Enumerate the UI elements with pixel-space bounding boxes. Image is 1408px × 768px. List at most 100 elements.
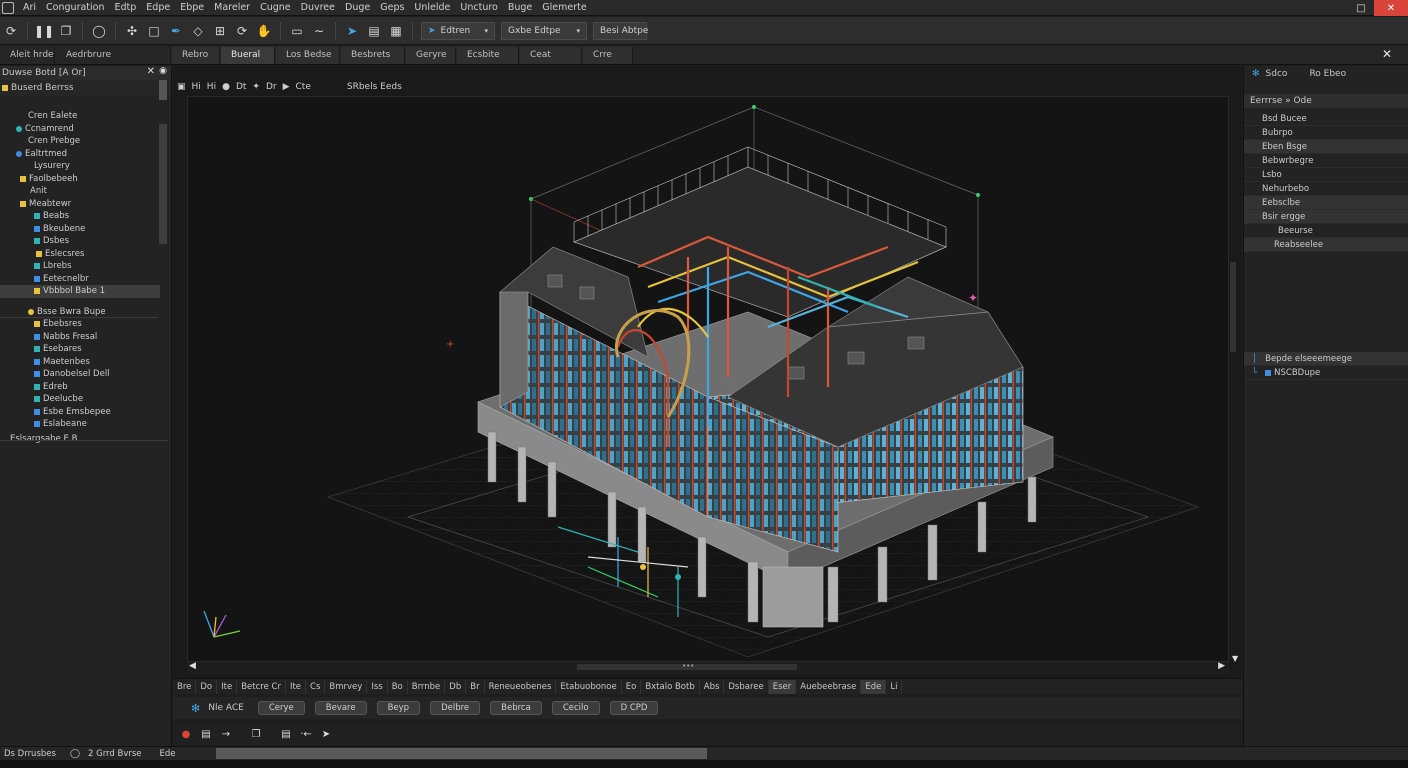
tab[interactable]: Rebro	[172, 46, 220, 64]
horizontal-scrollbar[interactable]: ◀ ••• ▶	[187, 661, 1229, 674]
property-row[interactable]: Nehurbebo	[1244, 182, 1408, 196]
move-tool-icon[interactable]: ✣	[122, 21, 142, 41]
tree-item[interactable]: Deelucbe	[0, 393, 160, 406]
style-dropdown[interactable]: Besi Abtpe	[593, 21, 648, 40]
layer-toggle[interactable]: Do	[196, 679, 218, 694]
tab[interactable]: Geryre	[406, 46, 456, 64]
tree-item[interactable]: Edreb	[0, 381, 160, 394]
layer-toggle[interactable]: Bmrvey	[325, 679, 368, 694]
tree-item[interactable]: Lysurery	[0, 160, 160, 173]
tree-item[interactable]: Cren Ealete	[0, 110, 160, 123]
property-filter[interactable]: Eerrrse » Ode	[1244, 94, 1408, 108]
layer-toggle[interactable]: Brrnbe	[408, 679, 446, 694]
property-row[interactable]: Bsd Bucee	[1244, 112, 1408, 126]
tree-item[interactable]: Esbe Emsbepee	[0, 406, 160, 419]
view-mode-button[interactable]: Cecilo	[551, 701, 600, 715]
refresh-icon[interactable]: ⟳	[1, 21, 21, 41]
layer-toggle[interactable]: Betcre Cr	[237, 679, 286, 694]
menu-item[interactable]: Ari	[18, 2, 41, 13]
layer-toggle[interactable]: Dsbaree	[724, 679, 769, 694]
explorer-filter[interactable]: Buserd Berrss	[0, 80, 171, 96]
circle-tool-icon[interactable]: ◯	[89, 21, 109, 41]
tree-item[interactable]: Bkeubene	[0, 223, 160, 236]
property-row[interactable]: Bsir ergge	[1244, 210, 1408, 224]
layer-toggle[interactable]: Br	[466, 679, 485, 694]
orbit-tool-icon[interactable]: ⟳	[232, 21, 252, 41]
scroll-down-icon[interactable]: ▼	[1232, 654, 1238, 663]
tree-item[interactable]: Nabbs Fresal	[0, 331, 160, 344]
scroll-right-icon[interactable]: ▶	[1218, 661, 1225, 671]
pen-tool-icon[interactable]: ✒	[166, 21, 186, 41]
tree-item[interactable]: Esebares	[0, 343, 160, 356]
close-window-button[interactable]: ✕	[1374, 0, 1408, 16]
layer-dropdown[interactable]: ➤ Edtren ▾	[421, 21, 495, 40]
pages-icon[interactable]: ❐	[56, 21, 76, 41]
view-mode-button[interactable]: Bebrca	[490, 701, 542, 715]
layer-toggle[interactable]: Abs	[700, 679, 725, 694]
panel-tab[interactable]: Ro Ebeo	[1309, 69, 1346, 79]
tree-item[interactable]: Maetenbes	[0, 356, 160, 369]
property-row[interactable]: Bebwrbegre	[1244, 154, 1408, 168]
layer-toggle[interactable]: Etabuobonoe	[556, 679, 622, 694]
view-dropdown[interactable]: Gxbe Edtpe ▾	[501, 21, 587, 40]
menu-item[interactable]: Glemerte	[537, 2, 591, 13]
menu-item[interactable]: Duvree	[296, 2, 340, 13]
tab-active[interactable]: Bueral	[221, 46, 275, 64]
tree-item[interactable]: Ebebsres	[0, 318, 160, 331]
scrollbar-track[interactable]	[159, 124, 167, 244]
viewport-option[interactable]: Cte	[296, 82, 311, 92]
layer-toggle[interactable]: Cs	[306, 679, 326, 694]
tree-item[interactable]: Eetecnelbr	[0, 273, 160, 286]
scrollbar-track[interactable]	[1230, 262, 1236, 352]
tab[interactable]: Aedrbrure	[56, 46, 171, 64]
link-icon[interactable]: ∼	[309, 21, 329, 41]
layer-toggle[interactable]: Li	[886, 679, 903, 694]
scroll-left-icon[interactable]: ◀	[189, 661, 196, 671]
view-mode-button[interactable]: Bevare	[314, 701, 367, 715]
scrollbar-thumb[interactable]	[159, 80, 167, 100]
layer-toggle[interactable]: Bxtalo Botb	[641, 679, 700, 694]
record-icon[interactable]: ●	[179, 727, 193, 741]
select-tool-icon[interactable]: ➤	[342, 21, 362, 41]
play-icon[interactable]: ▶	[283, 82, 290, 92]
menu-item[interactable]: Cugne	[255, 2, 296, 13]
diamond-tool-icon[interactable]: ◇	[188, 21, 208, 41]
tree-item[interactable]: Ccnamrend	[0, 123, 160, 136]
layer-toggle[interactable]: Reneueobenes	[485, 679, 557, 694]
tree-item[interactable]: Beabs	[0, 210, 160, 223]
viewport-option[interactable]: Hi	[192, 82, 201, 92]
tree-item[interactable]: Lbrebs	[0, 260, 160, 273]
menu-item[interactable]: Duge	[340, 2, 375, 13]
list-icon[interactable]: ▤	[279, 727, 293, 741]
layer-toggle[interactable]: Bre	[173, 679, 197, 694]
tree-item[interactable]: Anit	[0, 185, 160, 198]
layer-toggle[interactable]: Auebeebrase	[796, 679, 862, 694]
view-mode-button[interactable]: Beyp	[376, 701, 421, 715]
view-mode-button[interactable]: Cerye	[257, 701, 305, 715]
3d-viewport[interactable]: + ✦	[187, 96, 1229, 662]
rectangle-tool-icon[interactable]: □	[144, 21, 164, 41]
layer-toggle[interactable]: Iss	[367, 679, 388, 694]
menu-item[interactable]: Mareler	[209, 2, 255, 13]
layer-toggle[interactable]: Ite	[217, 679, 238, 694]
copy-icon[interactable]: ❐	[249, 727, 263, 741]
pause-icon[interactable]: ❚❚	[34, 21, 54, 41]
view-mode-button[interactable]: Delbre	[430, 701, 481, 715]
property-row[interactable]: Eben Bsge	[1244, 140, 1408, 154]
delete-icon[interactable]: ▤	[199, 727, 213, 741]
hand-tool-icon[interactable]: ✋	[254, 21, 274, 41]
light-icon[interactable]: ●	[222, 82, 230, 92]
property-row[interactable]: Eebsclbe	[1244, 196, 1408, 210]
expand-icon[interactable]: ·←	[299, 727, 313, 741]
transform-tool-icon[interactable]: ⊞	[210, 21, 230, 41]
tree-item[interactable]: Faolbebeeh	[0, 173, 160, 186]
viewport-menu-icon[interactable]: ▣	[177, 82, 186, 92]
select-tool-icon[interactable]: ➤	[319, 727, 333, 741]
grid-icon[interactable]: ▦	[386, 21, 406, 41]
panel-tab[interactable]: Sdco	[1266, 69, 1288, 79]
tree-item[interactable]: Dsbes	[0, 235, 160, 248]
property-row[interactable]: Bubrpo	[1244, 126, 1408, 140]
menu-item[interactable]: Ebpe	[175, 2, 209, 13]
menu-item[interactable]: Buge	[503, 2, 537, 13]
menu-item[interactable]: Uncturo	[455, 2, 502, 13]
